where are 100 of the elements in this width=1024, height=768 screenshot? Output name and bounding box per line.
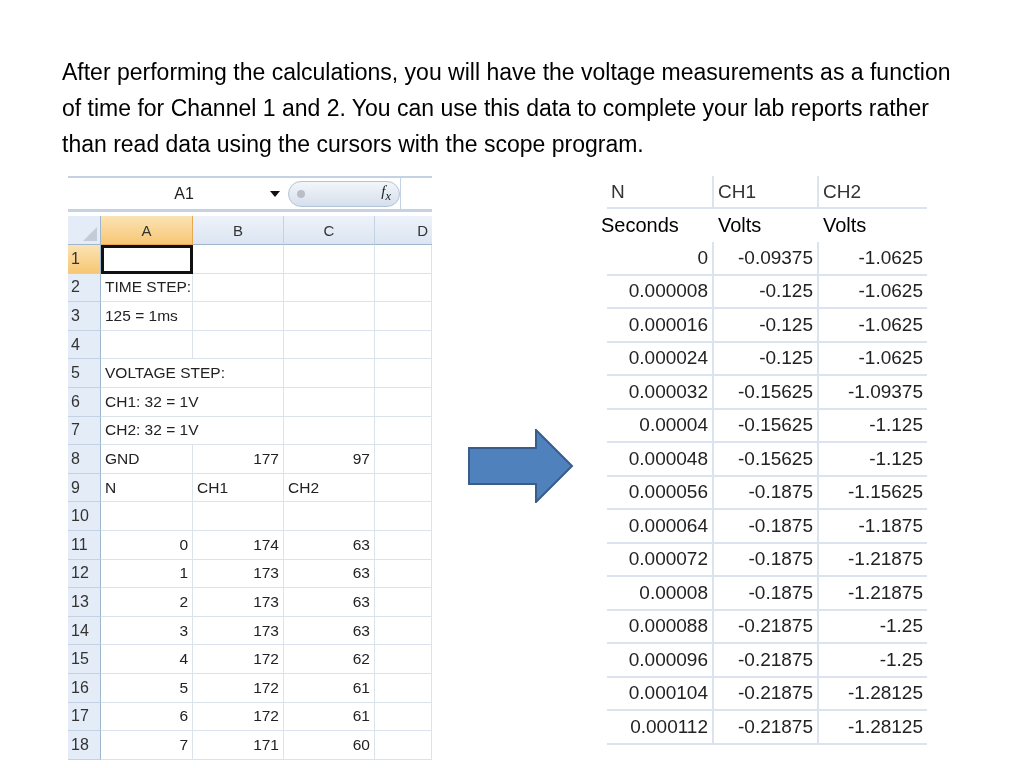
table-cell[interactable]: 6 [101,702,193,732]
row-header[interactable]: 7 [68,416,101,446]
table-cell[interactable] [284,302,375,331]
table-cell[interactable] [375,302,432,331]
table-cell[interactable]: 60 [284,731,375,760]
table-cell[interactable]: N [101,473,193,503]
unit-label: Volts [717,213,763,238]
table-cell[interactable] [375,702,432,732]
table-cell[interactable] [193,502,284,531]
unit-label: Volts [822,213,868,238]
table-cell[interactable]: 1 [101,559,193,589]
table-cell[interactable]: 173 [193,616,284,646]
table-cell[interactable] [284,245,375,274]
table-cell[interactable] [101,502,193,531]
table-cell[interactable]: 177 [193,445,284,474]
table-cell[interactable] [101,330,193,360]
table-cell[interactable]: CH1: 32 = 1V [101,387,284,417]
table-cell[interactable]: 3 [101,616,193,646]
row-header[interactable]: 15 [68,645,101,674]
row-header[interactable]: 6 [68,387,101,417]
name-box[interactable]: A1 [68,178,288,209]
table-cell[interactable] [375,588,432,617]
table-cell[interactable] [284,359,375,388]
table-cell[interactable] [375,273,432,303]
row-header[interactable]: 8 [68,445,101,474]
table-cell[interactable] [375,616,432,646]
table-cell[interactable]: 171 [193,731,284,760]
caret-icon[interactable] [270,190,280,197]
table-cell[interactable]: 125 = 1ms [101,302,193,331]
table-cell[interactable]: 172 [193,673,284,703]
table-cell[interactable] [375,673,432,703]
table-cell[interactable]: 7 [101,731,193,760]
row-header[interactable]: 17 [68,702,101,732]
table-cell[interactable]: 172 [193,645,284,674]
row-header[interactable]: 13 [68,588,101,617]
row-header[interactable]: 16 [68,673,101,703]
column-header: CH1 [712,176,817,209]
table-cell[interactable]: 172 [193,702,284,732]
table-cell[interactable] [375,445,432,474]
table-cell[interactable]: 173 [193,588,284,617]
table-cell[interactable] [193,273,284,303]
row-header[interactable]: 14 [68,616,101,646]
row-header[interactable]: 2 [68,273,101,303]
table-cell[interactable] [375,359,432,388]
triangle-icon [83,227,97,241]
table-cell[interactable] [284,387,375,417]
active-cell[interactable] [101,245,193,274]
table-cell[interactable] [375,530,432,560]
row-header[interactable]: 11 [68,530,101,560]
table-cell[interactable]: GND [101,445,193,474]
table-cell[interactable] [193,330,284,360]
row-header[interactable]: 12 [68,559,101,589]
row-header[interactable]: 3 [68,302,101,331]
row-header[interactable]: 5 [68,359,101,388]
table-cell[interactable] [375,245,432,274]
row-header[interactable]: 9 [68,473,101,503]
table-cell[interactable]: 63 [284,559,375,589]
column-header[interactable]: C [284,216,375,245]
row-header[interactable]: 4 [68,330,101,360]
table-cell[interactable]: VOLTAGE STEP: [101,359,284,388]
table-cell[interactable]: 62 [284,645,375,674]
column-header[interactable]: A [101,216,193,245]
table-cell[interactable]: CH2 [284,473,375,503]
table-cell[interactable] [375,416,432,446]
table-cell[interactable]: 97 [284,445,375,474]
table-cell[interactable]: 61 [284,702,375,732]
table-cell[interactable] [284,330,375,360]
table-cell[interactable] [375,387,432,417]
table-cell[interactable] [375,559,432,589]
table-cell[interactable] [284,273,375,303]
table-cell[interactable]: CH2: 32 = 1V [101,416,284,446]
table-cell[interactable]: 63 [284,588,375,617]
table-cell[interactable]: 174 [193,530,284,560]
table-cell[interactable]: 63 [284,530,375,560]
row-header[interactable]: 18 [68,731,101,760]
table-cell[interactable]: 173 [193,559,284,589]
table-cell[interactable]: 5 [101,673,193,703]
table-cell[interactable]: 63 [284,616,375,646]
table-cell[interactable] [375,473,432,503]
table-cell[interactable] [284,502,375,531]
table-cell[interactable] [375,731,432,760]
row-header[interactable]: 10 [68,502,101,531]
select-all-corner[interactable] [68,216,101,245]
column-header[interactable]: B [193,216,284,245]
row-header[interactable]: 1 [68,245,101,274]
table-cell[interactable]: 0 [101,530,193,560]
table-cell[interactable]: CH1 [193,473,284,503]
table-cell[interactable] [193,302,284,331]
column-header[interactable]: D [375,216,432,245]
table-cell[interactable] [375,330,432,360]
table-cell[interactable] [375,502,432,531]
table-cell[interactable]: 4 [101,645,193,674]
table-cell[interactable]: TIME STEP: [101,273,193,303]
table-cell[interactable]: 61 [284,673,375,703]
insert-function-button[interactable]: f$_{x}$ [381,183,391,204]
formula-bar-button[interactable]: f$_{x}$ [288,180,400,207]
table-cell[interactable] [375,645,432,674]
table-cell[interactable] [193,245,284,274]
table-cell[interactable]: 2 [101,588,193,617]
table-cell[interactable] [284,416,375,446]
